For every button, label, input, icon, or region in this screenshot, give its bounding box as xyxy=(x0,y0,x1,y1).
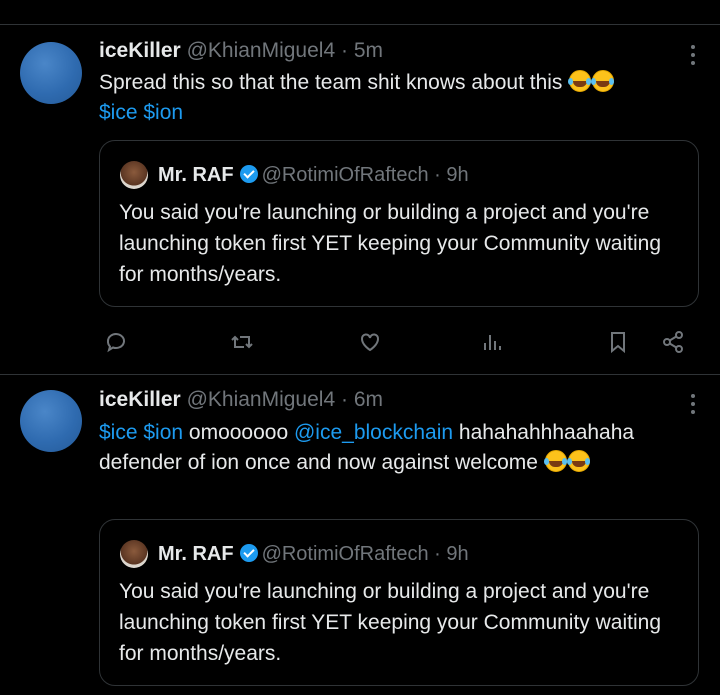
avatar[interactable] xyxy=(120,161,148,189)
separator: · xyxy=(335,388,354,411)
tweet-text-plain: Spread this so that the team shit knows … xyxy=(99,71,569,94)
timestamp: 9h xyxy=(446,164,469,186)
avatar[interactable] xyxy=(20,42,82,104)
laughing-emoji-icon xyxy=(591,70,615,92)
user-handle[interactable]: @KhianMiguel4 xyxy=(187,388,336,411)
quote-text: You said you're launching or building a … xyxy=(119,201,662,286)
separator: · xyxy=(335,39,354,62)
timestamp[interactable]: 6m xyxy=(354,388,383,411)
user-handle[interactable]: @KhianMiguel4 xyxy=(187,39,336,62)
action-bar xyxy=(0,327,720,357)
verified-badge-icon xyxy=(239,544,258,562)
display-name: Mr. RAF xyxy=(158,164,234,186)
user-handle: @RotimiOfRaftech xyxy=(261,164,429,186)
tweet-text-plain: omoooooo xyxy=(183,421,294,444)
tweet-text: Spread this so that the team shit knows … xyxy=(99,68,699,128)
laughing-emoji-icon xyxy=(543,450,567,472)
views-icon[interactable] xyxy=(477,327,507,357)
user-handle: @RotimiOfRaftech xyxy=(261,543,429,565)
quote-text: You said you're launching or building a … xyxy=(119,580,662,665)
share-icon[interactable] xyxy=(658,327,688,357)
verified-badge-icon xyxy=(239,165,258,183)
more-icon[interactable] xyxy=(690,394,696,414)
reply-icon[interactable] xyxy=(101,327,131,357)
tweet-2[interactable]: iceKiller @KhianMiguel4 · 6m $ice $ion o… xyxy=(0,375,720,695)
bookmark-icon[interactable] xyxy=(603,327,633,357)
more-icon[interactable] xyxy=(690,45,696,65)
quoted-tweet[interactable]: Mr. RAF @RotimiOfRaftech · 9h You said yo… xyxy=(99,140,699,307)
quote-header: Mr. RAF @RotimiOfRaftech · 9h xyxy=(158,161,469,189)
tweet-header: iceKiller @KhianMiguel4 · 5m xyxy=(99,38,383,64)
display-name[interactable]: iceKiller xyxy=(99,388,181,411)
mention-link[interactable]: @ice_blockchain xyxy=(294,421,453,444)
separator: · xyxy=(428,164,447,186)
laughing-emoji-icon xyxy=(566,450,590,472)
quoted-tweet[interactable]: Mr. RAF @RotimiOfRaftech · 9h You said yo… xyxy=(99,519,699,686)
avatar[interactable] xyxy=(120,540,148,568)
separator: · xyxy=(428,543,447,565)
tweet-text: $ice $ion omoooooo @ice_blockchain hahah… xyxy=(99,418,659,478)
quote-header: Mr. RAF @RotimiOfRaftech · 9h xyxy=(158,540,469,568)
cashtags[interactable]: $ice $ion xyxy=(99,101,183,124)
timestamp[interactable]: 5m xyxy=(354,39,383,62)
cashtags[interactable]: $ice $ion xyxy=(99,421,183,444)
avatar[interactable] xyxy=(20,390,82,452)
laughing-emoji-icon xyxy=(568,70,592,92)
tweet-1[interactable]: iceKiller @KhianMiguel4 · 5m Spread this… xyxy=(0,25,720,375)
display-name: Mr. RAF xyxy=(158,543,234,565)
display-name[interactable]: iceKiller xyxy=(99,39,181,62)
like-icon[interactable] xyxy=(355,327,385,357)
tweet-header: iceKiller @KhianMiguel4 · 6m xyxy=(99,387,383,413)
timestamp: 9h xyxy=(446,543,469,565)
retweet-icon[interactable] xyxy=(227,327,257,357)
